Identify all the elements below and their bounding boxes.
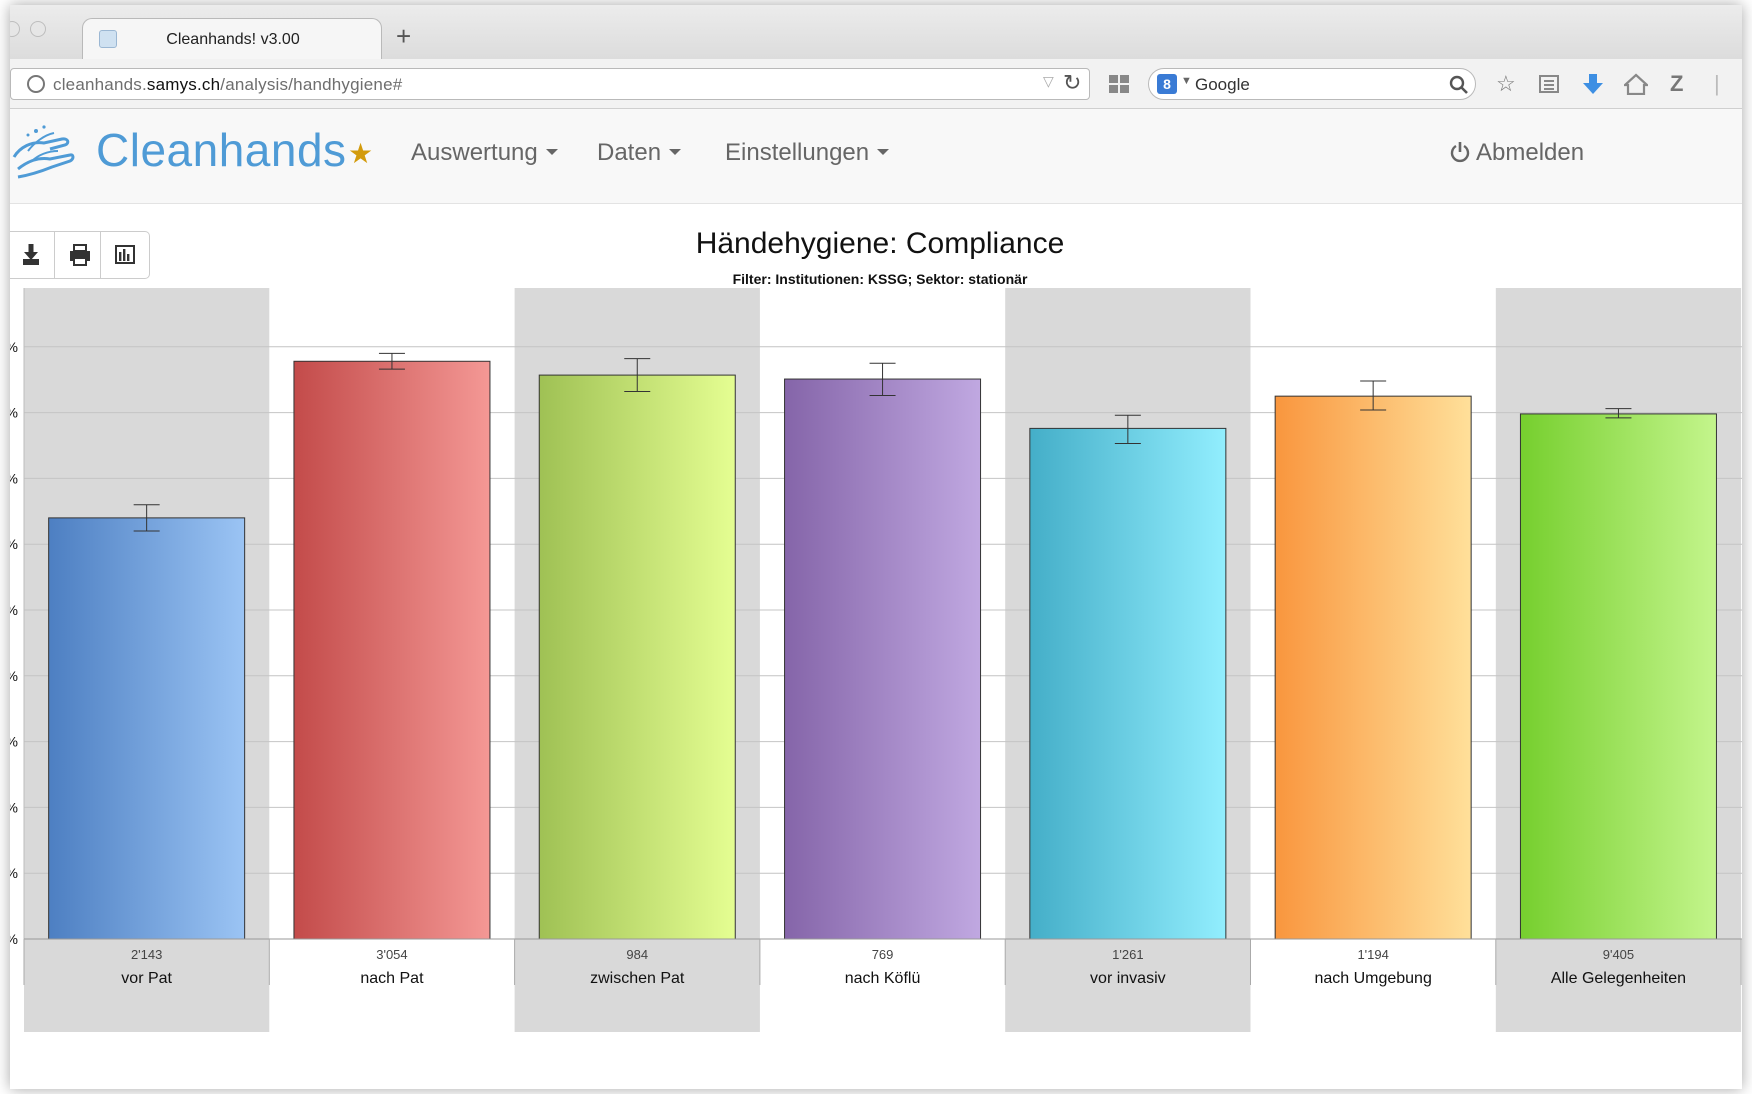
home-icon[interactable] bbox=[1624, 73, 1648, 95]
x-tick-label: nach Pat bbox=[360, 970, 424, 987]
bar-count-label: 2'143 bbox=[131, 947, 162, 962]
print-button[interactable] bbox=[54, 232, 102, 278]
window-button-minimize[interactable] bbox=[10, 21, 20, 37]
x-tick-label: Alle Gelegenheiten bbox=[1551, 970, 1686, 987]
download-button[interactable] bbox=[10, 232, 58, 278]
chart-toolbar bbox=[10, 231, 150, 279]
compliance-bar-chart: 0% 10% 20% 30% 40% 50% 60% 70% 80% 90% 100% 2'143 vo… bbox=[10, 288, 1742, 1032]
chart-type-button[interactable] bbox=[100, 232, 148, 278]
bar bbox=[293, 360, 491, 940]
menu-label: Daten bbox=[597, 139, 662, 166]
logout-button[interactable]: Abmelden bbox=[1450, 139, 1584, 167]
reading-list-icon[interactable] bbox=[1538, 74, 1560, 94]
menu-label: Auswertung bbox=[411, 139, 538, 166]
favorite-star-icon[interactable]: ★ bbox=[348, 137, 373, 170]
bar bbox=[1274, 395, 1472, 940]
menu-daten[interactable]: Daten bbox=[597, 139, 682, 167]
app-navbar: Cleanhands ★ Auswertung Daten Einstellun… bbox=[10, 109, 1742, 204]
bar bbox=[1029, 427, 1227, 940]
reload-icon[interactable]: ↻ bbox=[1063, 70, 1081, 96]
y-tick-label: 0% bbox=[10, 931, 18, 947]
chart-subtitle: Filter: Institutionen: KSSG; Sektor: sta… bbox=[732, 271, 1028, 287]
tab-title: Cleanhands! v3.00 bbox=[166, 31, 300, 48]
y-tick-label: 80% bbox=[10, 405, 18, 421]
bar bbox=[538, 374, 736, 940]
x-tick-label: nach Köflü bbox=[845, 970, 921, 987]
bar-count-label: 769 bbox=[872, 947, 894, 962]
search-engine-caret-icon[interactable]: ▼ bbox=[1181, 75, 1192, 87]
search-bar[interactable]: 8 ▼ Google bbox=[1148, 68, 1476, 100]
zotero-icon[interactable]: Z bbox=[1670, 72, 1683, 96]
logout-label: Abmelden bbox=[1476, 139, 1585, 166]
y-tick-label: 10% bbox=[10, 865, 18, 881]
search-engine-label: Google bbox=[1195, 75, 1250, 94]
bar bbox=[1519, 413, 1717, 940]
tab-grid-icon[interactable] bbox=[1108, 74, 1130, 94]
new-tab-button[interactable]: + bbox=[396, 23, 411, 49]
power-icon bbox=[1450, 141, 1470, 162]
bar-count-label: 9'405 bbox=[1603, 947, 1634, 962]
chart-title: Händehygiene: Compliance bbox=[695, 227, 1065, 260]
url-history-dropdown-icon[interactable]: ▽ bbox=[1043, 73, 1054, 90]
x-tick-label: vor Pat bbox=[121, 970, 172, 987]
menu-auswertung[interactable]: Auswertung bbox=[411, 139, 558, 167]
google-icon: 8 bbox=[1157, 74, 1177, 94]
y-tick-label: 90% bbox=[10, 339, 18, 355]
url-prefix: cleanhands. bbox=[53, 75, 147, 94]
bookmark-star-icon[interactable]: ☆ bbox=[1496, 72, 1516, 96]
y-tick-label: 50% bbox=[10, 602, 18, 618]
bar-count-label: 984 bbox=[626, 947, 648, 962]
print-icon bbox=[70, 244, 90, 266]
download-arrow-icon[interactable] bbox=[1582, 72, 1604, 96]
url-path: /analysis/handhygiene# bbox=[220, 75, 403, 94]
download-icon bbox=[23, 244, 39, 265]
x-tick-label: zwischen Pat bbox=[590, 970, 685, 987]
menu-einstellungen[interactable]: Einstellungen bbox=[725, 139, 890, 167]
x-tick-label: nach Umgebung bbox=[1314, 970, 1431, 987]
x-tick-label: vor invasiv bbox=[1090, 970, 1166, 987]
tab-bar: Cleanhands! v3.00 + bbox=[10, 5, 1742, 60]
globe-icon bbox=[27, 75, 45, 93]
browser-tab[interactable]: Cleanhands! v3.00 bbox=[82, 18, 382, 60]
caret-down-icon bbox=[545, 148, 558, 155]
url-domain: samys.ch bbox=[146, 75, 221, 94]
browser-window: Cleanhands! v3.00 + cleanhands.samys.ch/… bbox=[10, 5, 1742, 1089]
y-tick-label: 40% bbox=[10, 668, 18, 684]
bar-chart-icon bbox=[115, 245, 135, 264]
y-tick-label: 100% bbox=[10, 288, 18, 289]
bar-count-label: 1'261 bbox=[1112, 947, 1143, 962]
brand-name[interactable]: Cleanhands bbox=[96, 123, 347, 177]
cleanhands-logo-icon[interactable] bbox=[10, 121, 76, 187]
url-bar[interactable]: cleanhands.samys.ch/analysis/handhygiene… bbox=[10, 68, 1090, 100]
y-tick-label: 70% bbox=[10, 470, 18, 486]
bar-count-label: 1'194 bbox=[1357, 947, 1388, 962]
y-tick-label: 20% bbox=[10, 799, 18, 815]
window-button-zoom[interactable] bbox=[30, 21, 46, 37]
y-tick-label: 30% bbox=[10, 734, 18, 750]
search-icon[interactable] bbox=[1449, 75, 1469, 95]
menu-label: Einstellungen bbox=[725, 139, 870, 166]
toolbar-separator: | bbox=[1714, 71, 1720, 96]
bar bbox=[784, 378, 982, 940]
url-text[interactable]: cleanhands.samys.ch/analysis/handhygiene… bbox=[53, 75, 402, 95]
caret-down-icon bbox=[877, 148, 890, 155]
bar-count-label: 3'054 bbox=[376, 947, 407, 962]
browser-toolbar: cleanhands.samys.ch/analysis/handhygiene… bbox=[10, 59, 1742, 109]
caret-down-icon bbox=[669, 148, 682, 155]
bar bbox=[48, 517, 246, 940]
y-tick-label: 60% bbox=[10, 536, 18, 552]
